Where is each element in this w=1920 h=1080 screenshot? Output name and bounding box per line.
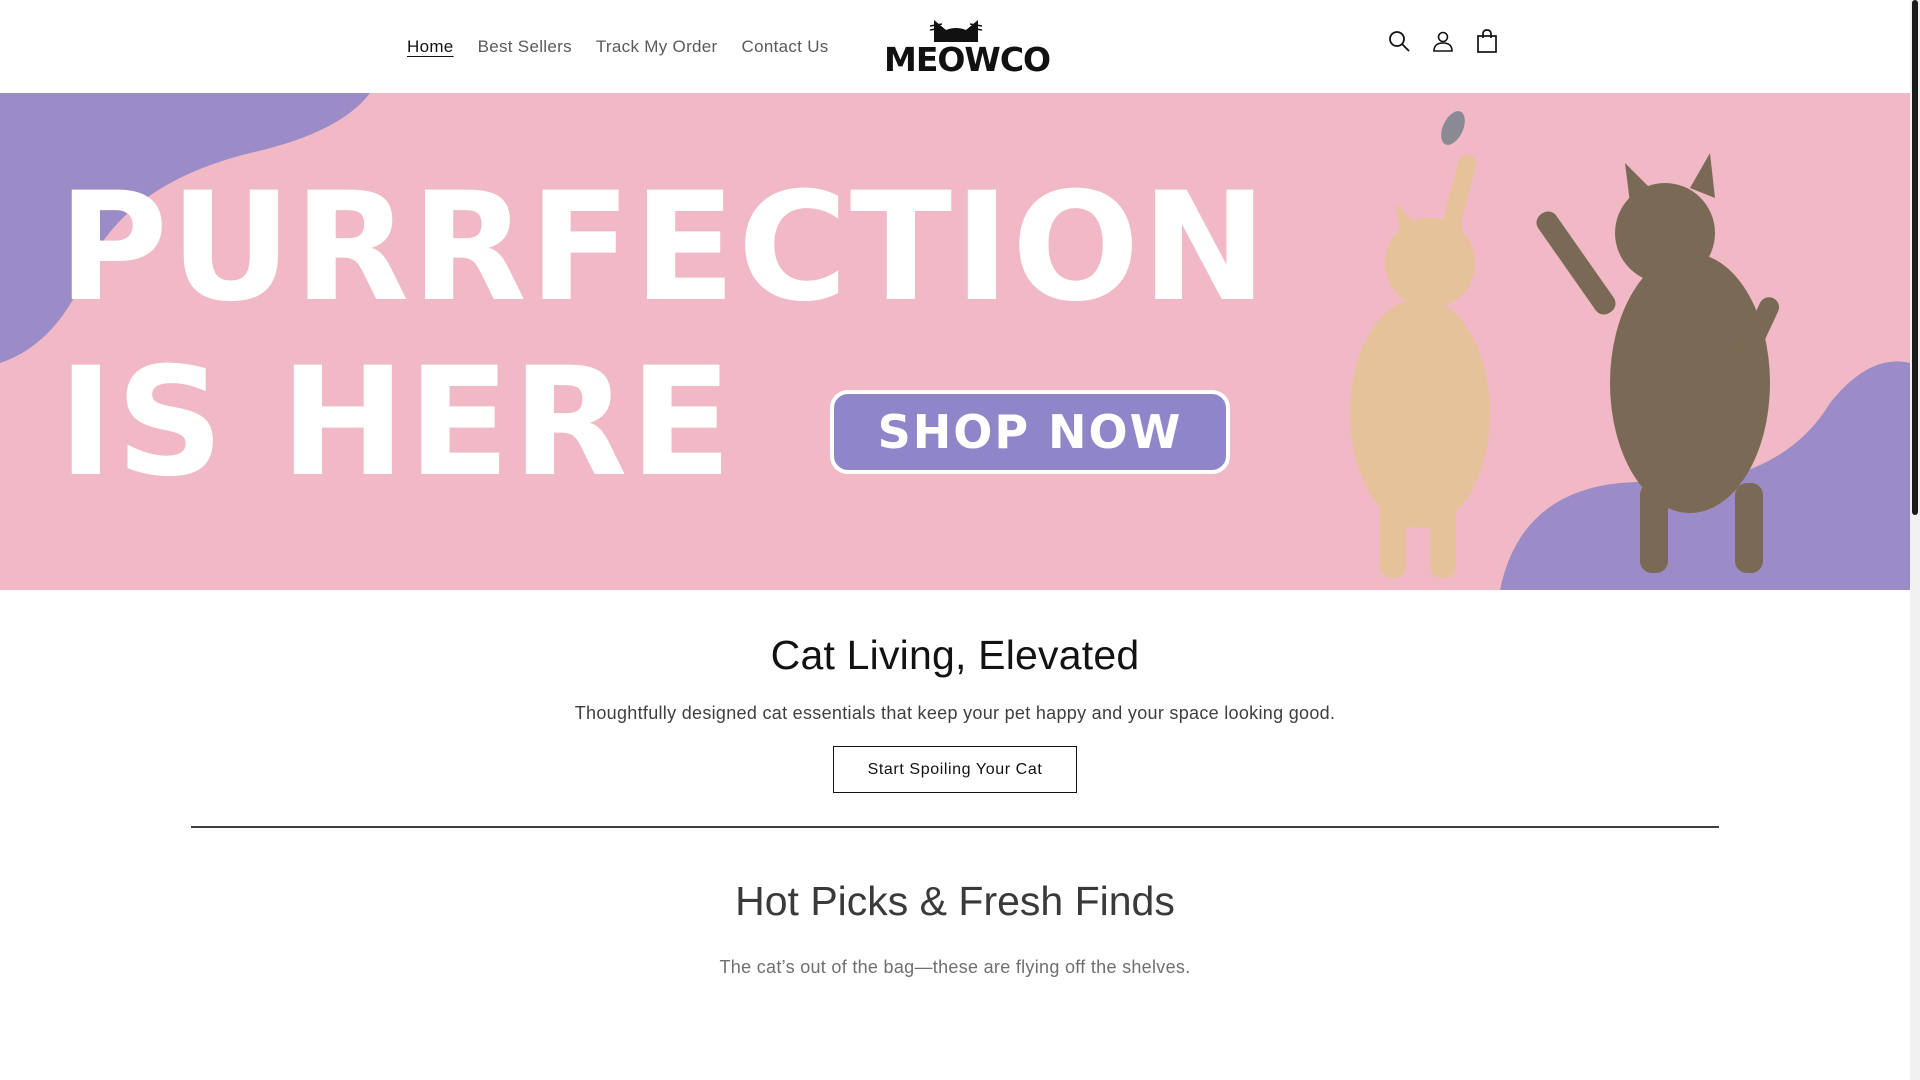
search-icon[interactable] [1386, 28, 1412, 54]
hero-headline-line2: IS HERE [58, 336, 735, 510]
shop-now-button[interactable]: SHOP NOW [830, 390, 1230, 474]
nav-track-my-order[interactable]: Track My Order [584, 37, 730, 57]
section-divider [191, 826, 1719, 828]
header-icons [1386, 28, 1500, 54]
hot-picks-title: Hot Picks & Fresh Finds [735, 878, 1175, 924]
account-icon[interactable] [1430, 28, 1456, 54]
cart-icon[interactable] [1474, 28, 1500, 54]
nav-best-sellers[interactable]: Best Sellers [466, 37, 584, 57]
hot-picks-subtitle: The cat’s out of the bag—these are flyin… [719, 957, 1191, 977]
intro-text: Thoughtfully designed cat essentials tha… [574, 703, 1336, 723]
intro-title: Cat Living, Elevated [770, 632, 1140, 678]
page-scrollbar[interactable] [1910, 0, 1920, 1080]
cat-ears-icon [930, 20, 982, 42]
nav-home[interactable]: Home [395, 37, 466, 57]
scrollbar-thumb[interactable] [1912, 0, 1918, 515]
site-logo[interactable]: MEOWCO [884, 18, 1051, 79]
start-spoiling-button[interactable]: Start Spoiling Your Cat [833, 746, 1077, 793]
site-header: Home Best Sellers Track My Order Contact… [0, 0, 1910, 93]
hero-headline-line1: PURRFECTION [58, 161, 1269, 335]
main-nav: Home Best Sellers Track My Order Contact… [395, 0, 841, 93]
intro-section: Cat Living, Elevated Thoughtfully design… [0, 590, 1910, 793]
logo-text: MEOWCO [884, 40, 1051, 79]
hot-picks-section: Hot Picks & Fresh Finds The cat’s out of… [0, 878, 1910, 978]
hero-banner[interactable]: PURRFECTION IS HERE SHOP NOW [0, 93, 1910, 590]
nav-contact-us[interactable]: Contact Us [730, 37, 841, 57]
